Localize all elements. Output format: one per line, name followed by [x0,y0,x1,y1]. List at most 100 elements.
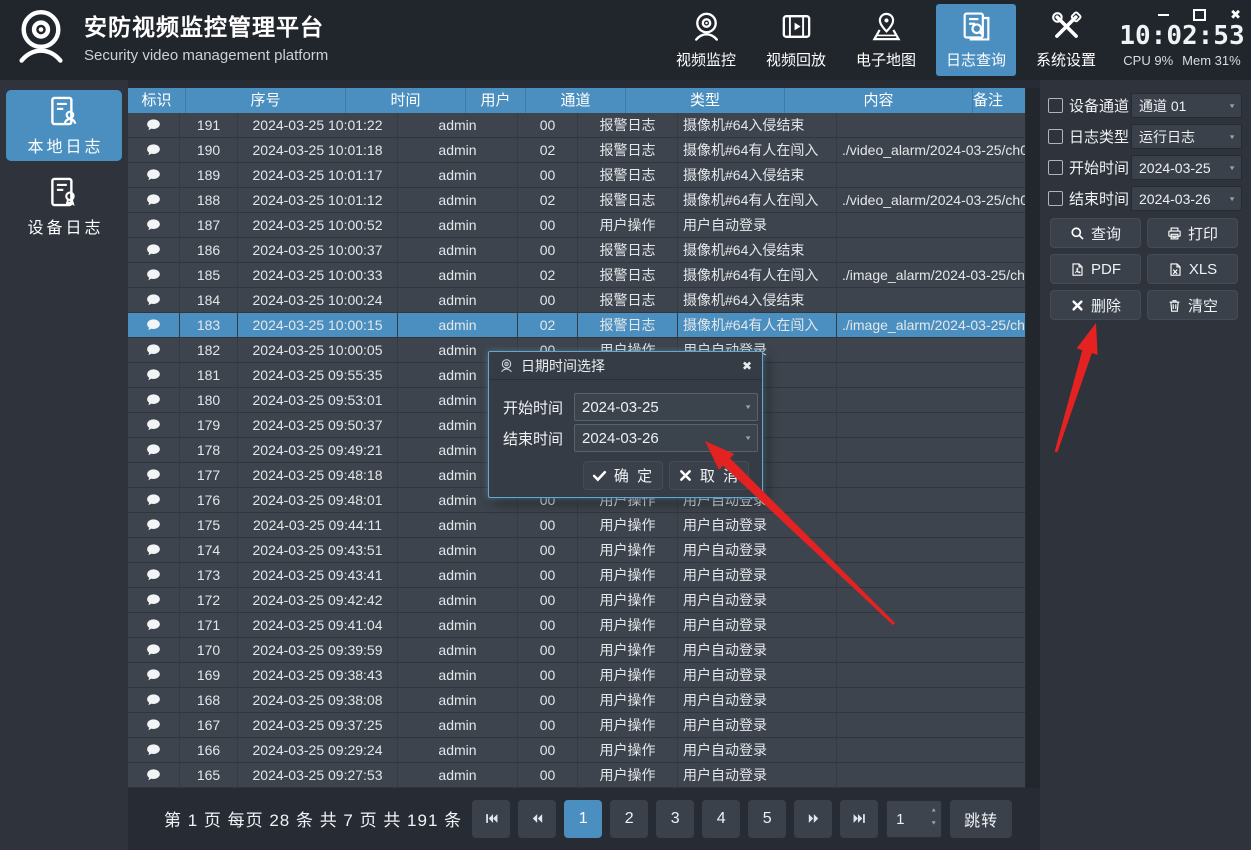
table-row[interactable]: 190 2024-03-25 10:01:18 admin 02 报警日志 摄像… [128,138,1025,163]
spin-up-icon[interactable]: ▲ [930,807,937,813]
table-row[interactable]: 173 2024-03-25 09:43:41 admin 00 用户操作 用户… [128,563,1025,588]
cell-type: 用户操作 [578,588,678,612]
column-header[interactable]: 用户 [466,88,526,113]
spin-down-icon[interactable]: ▼ [930,820,937,826]
datetime-dialog: 日期时间选择 ✖ 开始时间 2024-03-25 ▼ 结束时间 2024-03-… [488,351,763,498]
nav-system-settings[interactable]: 系统设置 [1026,4,1106,76]
table-row[interactable]: 170 2024-03-25 09:39:59 admin 00 用户操作 用户… [128,638,1025,663]
table-row[interactable]: 187 2024-03-25 10:00:52 admin 00 用户操作 用户… [128,213,1025,238]
filter-panel: 设备通道 通道 01 ▼ 日志类型 运行日志 ▼ [1040,80,1251,850]
nav-log-query[interactable]: 日志查询 [936,4,1016,76]
start-time-label: 开始时间 [503,397,565,418]
nav-e-map[interactable]: 电子地图 [846,4,926,76]
table-row[interactable]: 188 2024-03-25 10:01:12 admin 02 报警日志 摄像… [128,188,1025,213]
column-header[interactable]: 序号 [186,88,346,113]
table-row[interactable]: 186 2024-03-25 10:00:37 admin 00 报警日志 摄像… [128,238,1025,263]
cell-remark [837,763,1025,787]
cell-time: 2024-03-25 09:39:59 [238,638,398,662]
table-row[interactable]: 168 2024-03-25 09:38:08 admin 00 用户操作 用户… [128,688,1025,713]
nav-video-monitor[interactable]: 视频监控 [666,4,746,76]
page-number-button[interactable]: 5 [748,800,786,838]
cancel-button[interactable]: 取 消 [669,461,749,490]
page-number-button[interactable]: 1 [564,800,602,838]
filter-checkbox[interactable] [1048,191,1063,206]
table-row[interactable]: 169 2024-03-25 09:38:43 admin 00 用户操作 用户… [128,663,1025,688]
cell-user: admin [398,538,518,562]
filter-row: 日志类型 运行日志 ▼ [1040,125,1251,148]
table-row[interactable]: 166 2024-03-25 09:29:24 admin 00 用户操作 用户… [128,738,1025,763]
table-row[interactable]: 183 2024-03-25 10:00:15 admin 02 报警日志 摄像… [128,313,1025,338]
table-row[interactable]: 165 2024-03-25 09:27:53 admin 00 用户操作 用户… [128,763,1025,788]
cell-user: admin [398,288,518,312]
cell-seq: 176 [180,488,238,512]
page-number-button[interactable]: 2 [610,800,648,838]
cell-channel: 00 [518,613,578,637]
comment-icon [146,667,161,683]
pdf-button[interactable]: PDF [1050,254,1141,284]
query-button[interactable]: 查询 [1050,218,1141,248]
start-time-dropdown[interactable]: 2024-03-25 ▼ [574,393,758,421]
dialog-titlebar: 日期时间选择 ✖ [489,352,762,380]
delete-button[interactable]: 删除 [1050,290,1141,320]
table-row[interactable]: 171 2024-03-25 09:41:04 admin 00 用户操作 用户… [128,613,1025,638]
filter-dropdown[interactable]: 运行日志 ▼ [1131,124,1242,149]
next-page-button[interactable] [794,800,832,838]
app-subtitle: Security video management platform [84,47,328,64]
webcam-icon [690,10,723,43]
cell-time: 2024-03-25 09:43:51 [238,538,398,562]
comment-icon [146,342,161,358]
filter-checkbox[interactable] [1048,129,1063,144]
table-row[interactable]: 172 2024-03-25 09:42:42 admin 00 用户操作 用户… [128,588,1025,613]
prev-page-button[interactable] [518,800,556,838]
jump-page-input[interactable] [887,801,934,839]
cell-user: admin [398,213,518,237]
last-page-button[interactable] [840,800,878,838]
first-page-button[interactable] [472,800,510,838]
page-number-button[interactable]: 4 [702,800,740,838]
cell-channel: 02 [518,263,578,287]
end-time-dropdown[interactable]: 2024-03-26 ▼ [574,424,758,452]
cell-user: admin [398,638,518,662]
cell-type: 用户操作 [578,563,678,587]
table-row[interactable]: 174 2024-03-25 09:43:51 admin 00 用户操作 用户… [128,538,1025,563]
print-button[interactable]: 打印 [1147,218,1238,248]
jump-button[interactable]: 跳转 [950,800,1012,838]
nav-video-playback[interactable]: 视频回放 [756,4,836,76]
page-number-button[interactable]: 3 [656,800,694,838]
cell-content: 摄像机#64入侵结束 [678,288,837,312]
column-header[interactable]: 备注 [973,88,1003,113]
table-row[interactable]: 175 2024-03-25 09:44:11 admin 00 用户操作 用户… [128,513,1025,538]
xls-button[interactable]: XLS [1147,254,1238,284]
column-header[interactable]: 标识 [128,88,186,113]
table-scrollbar[interactable] [1026,88,1040,788]
dialog-close-icon[interactable]: ✖ [742,359,752,373]
table-row[interactable]: 185 2024-03-25 10:00:33 admin 02 报警日志 摄像… [128,263,1025,288]
column-header[interactable]: 通道 [526,88,626,113]
filter-dropdown[interactable]: 2024-03-25 ▼ [1131,155,1242,180]
filter-checkbox[interactable] [1048,160,1063,175]
table-row[interactable]: 189 2024-03-25 10:01:17 admin 00 报警日志 摄像… [128,163,1025,188]
table-row[interactable]: 191 2024-03-25 10:01:22 admin 00 报警日志 摄像… [128,113,1025,138]
cell-time: 2024-03-25 09:43:41 [238,563,398,587]
close-button[interactable]: ✖ [1230,8,1241,22]
table-row[interactable]: 184 2024-03-25 10:00:24 admin 00 报警日志 摄像… [128,288,1025,313]
sidebar-item-device-logs[interactable]: 设备日志 [6,171,122,242]
column-header[interactable]: 内容 [785,88,973,113]
cell-content: 摄像机#64入侵结束 [678,113,837,137]
minimize-button[interactable] [1158,8,1169,22]
table-row[interactable]: 167 2024-03-25 09:37:25 admin 00 用户操作 用户… [128,713,1025,738]
filter-dropdown[interactable]: 通道 01 ▼ [1131,93,1242,118]
maximize-icon [1193,9,1206,21]
first-page-icon [484,811,499,826]
clear-button[interactable]: 清空 [1147,290,1238,320]
playback-icon [780,10,813,43]
cell-seq: 179 [180,413,238,437]
sidebar-item-local-logs[interactable]: 本地日志 [6,90,122,161]
confirm-button[interactable]: 确 定 [583,461,663,490]
column-header[interactable]: 时间 [346,88,466,113]
maximize-button[interactable] [1193,8,1206,22]
filter-dropdown[interactable]: 2024-03-26 ▼ [1131,186,1242,211]
filter-checkbox[interactable] [1048,98,1063,113]
column-header[interactable]: 类型 [626,88,785,113]
prev-page-icon [530,811,545,826]
